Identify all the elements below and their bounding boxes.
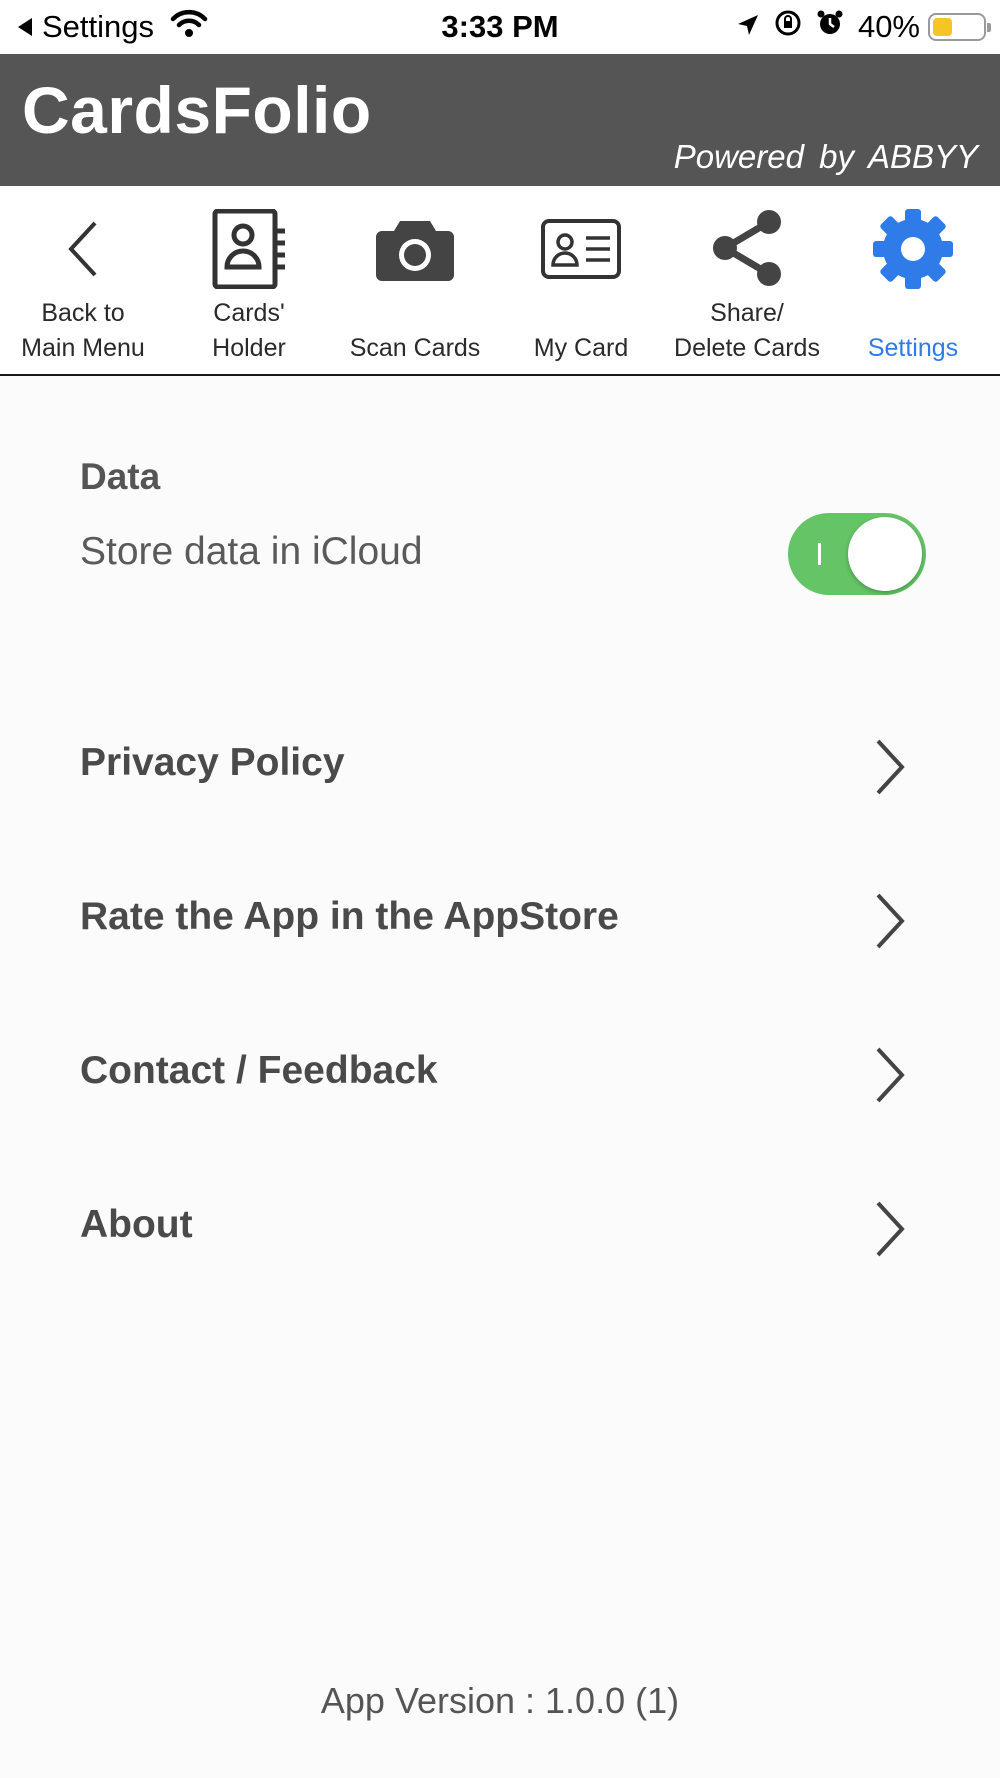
chevron-right-icon — [870, 1045, 910, 1110]
app-version: App Version : 1.0.0 (1) — [320, 1680, 680, 1721]
icloud-label: Store data in iCloud — [80, 530, 423, 573]
status-right: 40% — [722, 6, 991, 48]
tab-label: Scan Cards — [349, 334, 481, 362]
menu-row-label: About — [80, 1203, 193, 1246]
tab-settings[interactable]: Settings — [830, 186, 996, 374]
tab-label: Settings — [867, 334, 959, 362]
contact-book-icon — [166, 208, 332, 290]
rotation-lock-icon — [774, 9, 802, 45]
about-row[interactable]: About — [0, 1177, 1000, 1277]
toggle-knob — [848, 517, 922, 591]
contact-feedback-row[interactable]: Contact / Feedback — [0, 1023, 1000, 1123]
status-bar: Settings 3:33 PM 40% — [0, 0, 1000, 54]
tab-label: Cards' Holder — [212, 299, 286, 362]
toggle-on-indicator — [818, 543, 821, 565]
tab-cards-holder[interactable]: Cards' Holder — [166, 186, 332, 374]
location-icon — [736, 9, 760, 45]
rate-app-row[interactable]: Rate the App in the AppStore — [0, 869, 1000, 969]
tab-label: Back to Main Menu — [21, 299, 145, 362]
camera-icon — [332, 208, 498, 290]
battery-icon — [928, 13, 991, 41]
menu-row-label: Rate the App in the AppStore — [80, 895, 619, 938]
chevron-right-icon — [870, 891, 910, 956]
powered-by-label: Powered by ABBYY — [673, 138, 978, 175]
tab-label: Share/ Delete Cards — [674, 299, 820, 362]
privacy-policy-row[interactable]: Privacy Policy — [0, 715, 1000, 815]
chevron-right-icon — [870, 1199, 910, 1264]
tab-share-delete-cards[interactable]: Share/ Delete Cards — [664, 186, 830, 374]
tab-label: My Card — [533, 334, 629, 362]
menu-row-label: Contact / Feedback — [80, 1049, 438, 1092]
menu-row-label: Privacy Policy — [80, 741, 345, 784]
chevron-left-icon — [0, 208, 166, 290]
chevron-right-icon — [870, 737, 910, 802]
app-header: CardsFolio Powered by ABBYY — [0, 54, 1000, 186]
tab-scan-cards[interactable]: Scan Cards — [332, 186, 498, 374]
icloud-toggle[interactable] — [788, 513, 926, 595]
share-icon — [664, 208, 830, 290]
gear-icon — [830, 208, 996, 290]
tab-my-card[interactable]: My Card — [498, 186, 664, 374]
app-title: CardsFolio — [22, 73, 372, 147]
id-card-icon — [498, 208, 664, 290]
data-section-title: Data — [80, 456, 161, 497]
toolbar: Back to Main Menu Cards' Holder Scan Car… — [0, 186, 1000, 376]
battery-percent: 40% — [857, 9, 920, 44]
tab-back-to-main-menu[interactable]: Back to Main Menu — [0, 186, 166, 374]
alarm-icon — [816, 9, 844, 45]
battery-level — [933, 18, 952, 36]
